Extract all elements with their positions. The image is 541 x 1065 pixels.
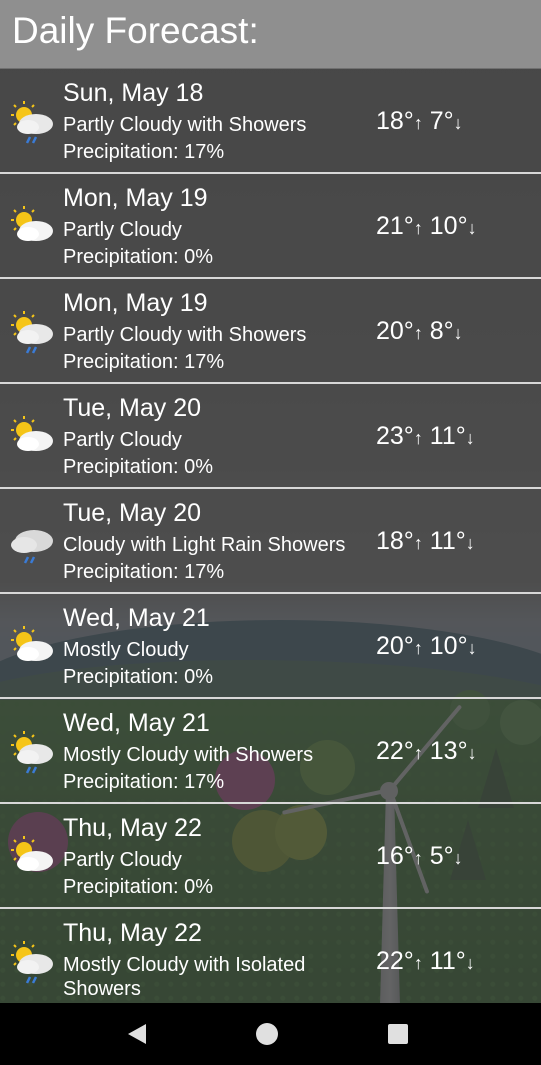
forecast-date: Tue, May 20 bbox=[63, 499, 202, 527]
navigation-bar bbox=[0, 1003, 541, 1065]
forecast-condition: Partly Cloudy bbox=[63, 429, 182, 451]
up-arrow-icon: ↑ bbox=[413, 428, 423, 448]
forecast-row[interactable]: Mon, May 19 Partly Cloudy with Showers P… bbox=[0, 279, 541, 384]
home-icon bbox=[256, 1023, 278, 1045]
partly-cloudy-icon bbox=[11, 626, 53, 661]
forecast-date: Sun, May 18 bbox=[63, 79, 204, 107]
cloudy-rain-icon bbox=[11, 530, 53, 564]
forecast-precipitation: Precipitation: 17% bbox=[63, 771, 225, 793]
forecast-row[interactable]: Wed, May 21 Mostly Cloudy Precipitation:… bbox=[0, 594, 541, 699]
page-title: Daily Forecast: bbox=[12, 10, 259, 51]
up-arrow-icon: ↑ bbox=[413, 218, 423, 238]
partly-cloudy-icon bbox=[11, 206, 53, 241]
partly-cloudy-showers-icon bbox=[11, 311, 53, 354]
forecast-list[interactable]: Sun, May 18 Partly Cloudy with Showers P… bbox=[0, 69, 541, 1003]
forecast-temps: 23°↑ 11°↓ bbox=[376, 422, 475, 451]
forecast-date: Thu, May 22 bbox=[63, 919, 202, 947]
down-arrow-icon: ↓ bbox=[465, 428, 475, 448]
forecast-precipitation: Precipitation: 0% bbox=[63, 456, 214, 478]
forecast-precipitation: Precipitation: 17% bbox=[63, 141, 225, 163]
down-arrow-icon: ↓ bbox=[453, 113, 463, 133]
forecast-condition: Partly Cloudy with Showers bbox=[63, 114, 307, 136]
forecast-row[interactable]: Wed, May 21 Mostly Cloudy with Showers P… bbox=[0, 699, 541, 804]
down-arrow-icon: ↓ bbox=[465, 533, 475, 553]
home-button[interactable] bbox=[250, 1017, 284, 1051]
partly-cloudy-icon bbox=[11, 836, 53, 871]
back-button[interactable] bbox=[120, 1017, 154, 1051]
forecast-date: Wed, May 21 bbox=[63, 604, 210, 632]
forecast-temps: 21°↑ 10°↓ bbox=[376, 212, 477, 241]
forecast-precipitation: Precipitation: 0% bbox=[63, 666, 214, 688]
high-temp: 18° bbox=[376, 107, 414, 135]
forecast-precipitation: Precipitation: 0% bbox=[63, 246, 214, 268]
forecast-row[interactable]: Thu, May 22 Partly Cloudy Precipitation:… bbox=[0, 804, 541, 909]
low-temp: 11° bbox=[429, 422, 466, 450]
forecast-row[interactable]: Mon, May 19 Partly Cloudy Precipitation:… bbox=[0, 174, 541, 279]
low-temp: 8° bbox=[429, 317, 454, 345]
down-arrow-icon: ↓ bbox=[467, 638, 477, 658]
high-temp: 16° bbox=[376, 842, 414, 870]
high-temp: 22° bbox=[376, 947, 414, 975]
down-arrow-icon: ↓ bbox=[453, 323, 463, 343]
forecast-condition: Partly Cloudy bbox=[63, 849, 182, 871]
forecast-precipitation: Precipitation: 0% bbox=[63, 876, 214, 898]
down-arrow-icon: ↓ bbox=[467, 218, 477, 238]
low-temp: 11° bbox=[429, 527, 466, 555]
forecast-precipitation: Precipitation: 17% bbox=[63, 561, 225, 583]
forecast-temps: 18°↑ 11°↓ bbox=[376, 527, 475, 556]
forecast-temps: 22°↑ 11°↓ bbox=[376, 947, 475, 976]
low-temp: 5° bbox=[429, 842, 454, 870]
high-temp: 20° bbox=[376, 632, 414, 660]
forecast-precipitation: Precipitation: 17% bbox=[63, 351, 225, 373]
forecast-condition: Mostly Cloudy bbox=[63, 639, 189, 661]
up-arrow-icon: ↑ bbox=[413, 743, 423, 763]
back-icon bbox=[128, 1024, 146, 1044]
forecast-condition: Partly Cloudy bbox=[63, 219, 182, 241]
forecast-temps: 20°↑ 10°↓ bbox=[376, 632, 477, 661]
forecast-row[interactable]: Tue, May 20 Cloudy with Light Rain Showe… bbox=[0, 489, 541, 594]
low-temp: 10° bbox=[429, 632, 468, 660]
forecast-row[interactable]: Sun, May 18 Partly Cloudy with Showers P… bbox=[0, 69, 541, 174]
forecast-row[interactable]: Thu, May 22 Mostly Cloudy with Isolated … bbox=[0, 909, 541, 1003]
up-arrow-icon: ↑ bbox=[413, 848, 423, 868]
partly-cloudy-showers-icon bbox=[11, 731, 53, 774]
low-temp: 13° bbox=[429, 737, 468, 765]
partly-cloudy-showers-icon bbox=[11, 941, 53, 984]
high-temp: 21° bbox=[376, 212, 414, 240]
forecast-condition: Mostly Cloudy with Showers bbox=[63, 744, 314, 766]
forecast-temps: 18°↑ 7°↓ bbox=[376, 107, 463, 136]
high-temp: 18° bbox=[376, 527, 414, 555]
recents-button[interactable] bbox=[381, 1017, 415, 1051]
forecast-date: Mon, May 19 bbox=[63, 289, 208, 317]
up-arrow-icon: ↑ bbox=[413, 533, 423, 553]
high-temp: 23° bbox=[376, 422, 414, 450]
forecast-date: Tue, May 20 bbox=[63, 394, 202, 422]
app-header: Daily Forecast: bbox=[0, 0, 541, 68]
low-temp: 10° bbox=[429, 212, 468, 240]
up-arrow-icon: ↑ bbox=[413, 953, 423, 973]
forecast-temps: 20°↑ 8°↓ bbox=[376, 317, 463, 346]
forecast-condition: Cloudy with Light Rain Showers bbox=[63, 534, 346, 556]
low-temp: 11° bbox=[429, 947, 466, 975]
high-temp: 20° bbox=[376, 317, 414, 345]
forecast-condition: Partly Cloudy with Showers bbox=[63, 324, 307, 346]
forecast-date: Mon, May 19 bbox=[63, 184, 208, 212]
up-arrow-icon: ↑ bbox=[413, 638, 423, 658]
forecast-row[interactable]: Tue, May 20 Partly Cloudy Precipitation:… bbox=[0, 384, 541, 489]
down-arrow-icon: ↓ bbox=[467, 743, 477, 763]
down-arrow-icon: ↓ bbox=[453, 848, 463, 868]
forecast-temps: 22°↑ 13°↓ bbox=[376, 737, 477, 766]
forecast-date: Wed, May 21 bbox=[63, 709, 210, 737]
up-arrow-icon: ↑ bbox=[413, 113, 423, 133]
recents-icon bbox=[388, 1024, 408, 1044]
partly-cloudy-icon bbox=[11, 416, 53, 451]
forecast-date: Thu, May 22 bbox=[63, 814, 202, 842]
low-temp: 7° bbox=[429, 107, 454, 135]
up-arrow-icon: ↑ bbox=[413, 323, 423, 343]
down-arrow-icon: ↓ bbox=[465, 953, 475, 973]
forecast-condition: Mostly Cloudy with Isolated Showers bbox=[63, 954, 306, 1000]
high-temp: 22° bbox=[376, 737, 414, 765]
partly-cloudy-showers-icon bbox=[11, 101, 53, 144]
forecast-temps: 16°↑ 5°↓ bbox=[376, 842, 463, 871]
